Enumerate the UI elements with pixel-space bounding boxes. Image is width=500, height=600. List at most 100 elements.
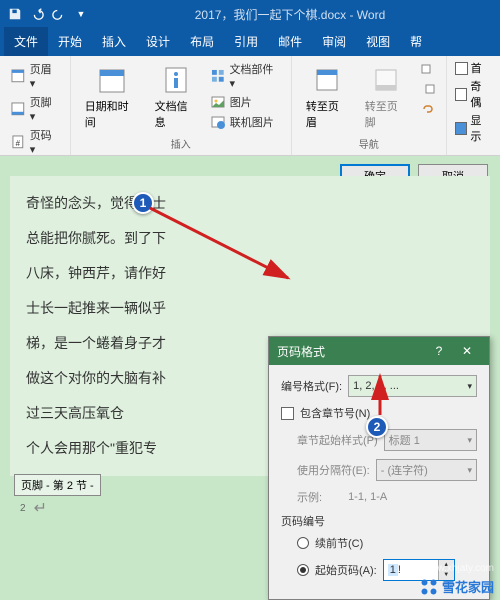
diff-first-label: 首 xyxy=(471,60,482,76)
goto-header-label: 转至页眉 xyxy=(306,98,349,130)
picture-button[interactable]: 图片 xyxy=(208,93,283,111)
goto-header-button[interactable]: 转至页眉 xyxy=(300,60,355,134)
group3-label: 导航 xyxy=(300,136,438,151)
footer-section-label: 页脚 - 第 2 节 - xyxy=(14,474,101,496)
ribbon: 页眉 ▾ 页脚 ▾ #页码 ▾ 页眉和页脚 日期和时间 文档信息 文档部件 ▾ … xyxy=(0,56,500,156)
pagenum-icon: # xyxy=(10,134,26,150)
number-format-select[interactable]: 1, 2, 3, ... ▾ xyxy=(348,375,477,397)
save-icon[interactable] xyxy=(8,7,22,21)
docparts-button[interactable]: 文档部件 ▾ xyxy=(208,60,283,91)
header-label: 页眉 ▾ xyxy=(30,61,60,90)
page-number-format-dialog: 页码格式 ? ✕ 编号格式(F): 1, 2, 3, ... ▾ 包含章节号(N… xyxy=(268,336,490,600)
online-pic-button[interactable]: 联机图片 xyxy=(208,113,283,131)
link-icon xyxy=(420,101,436,117)
title-bar: ▼ 2017，我们一起下个棋.docx - Word xyxy=(0,0,500,28)
qat-dropdown-icon[interactable]: ▼ xyxy=(74,7,88,21)
include-chapter-label: 包含章节号(N) xyxy=(300,405,370,421)
group2-label: 插入 xyxy=(79,136,283,151)
nav-next-button[interactable] xyxy=(418,80,438,98)
docparts-label: 文档部件 ▾ xyxy=(229,61,280,90)
checkbox-icon xyxy=(455,62,468,75)
nav-link-button[interactable] xyxy=(418,100,438,118)
nav-prev-icon xyxy=(420,61,436,77)
help-button[interactable]: ? xyxy=(425,337,453,365)
picture-label: 图片 xyxy=(230,94,252,110)
online-pic-label: 联机图片 xyxy=(230,114,274,130)
datetime-button[interactable]: 日期和时间 xyxy=(79,60,145,134)
menu-layout[interactable]: 布局 xyxy=(180,27,224,56)
ribbon-group-nav: 转至页眉 转至页脚 导航 xyxy=(292,56,447,155)
ribbon-group-header-footer: 页眉 ▾ 页脚 ▾ #页码 ▾ 页眉和页脚 xyxy=(0,56,71,155)
nav-next-icon xyxy=(420,81,436,97)
docparts-icon xyxy=(210,68,226,84)
datetime-icon xyxy=(96,64,128,96)
paragraph-mark-icon: ↵ xyxy=(34,498,47,518)
chapter-style-label: 章节起始样式(P) xyxy=(297,432,378,448)
picture-icon xyxy=(210,94,226,110)
start-at-value: 1 xyxy=(388,564,398,576)
example-label: 示例: xyxy=(297,489,322,505)
goto-footer-icon xyxy=(370,64,402,96)
separator-label: 使用分隔符(E): xyxy=(297,462,370,478)
continue-label: 续前节(C) xyxy=(315,535,363,551)
menu-home[interactable]: 开始 xyxy=(48,27,92,56)
docinfo-button[interactable]: 文档信息 xyxy=(149,60,204,134)
menu-bar: 文件 开始 插入 设计 布局 引用 邮件 审阅 视图 帮 xyxy=(0,28,500,56)
chapter-style-select: 标题 1 ▾ xyxy=(384,429,477,451)
dropdown-icon: ▾ xyxy=(467,381,472,392)
doc-line: 总能把你腻死。到了下 xyxy=(26,221,474,256)
dropdown-icon: ▾ xyxy=(467,435,472,446)
menu-design[interactable]: 设计 xyxy=(136,27,180,56)
separator-value: - (连字符) xyxy=(381,462,428,478)
ruler: 2 ↵ xyxy=(20,498,47,518)
menu-file[interactable]: 文件 xyxy=(4,27,48,56)
menu-view[interactable]: 视图 xyxy=(356,27,400,56)
redo-icon[interactable] xyxy=(52,7,66,21)
close-button[interactable]: ✕ xyxy=(453,337,481,365)
watermark-text: 雪花家园 xyxy=(442,577,494,596)
dialog-titlebar[interactable]: 页码格式 ? ✕ xyxy=(269,337,489,365)
diff-first-check[interactable]: 首 xyxy=(455,60,492,76)
show-text-label: 显示 xyxy=(470,112,492,144)
dialog-title: 页码格式 xyxy=(277,343,425,360)
checkbox-icon xyxy=(455,88,468,101)
pagenum-button[interactable]: #页码 ▾ xyxy=(8,126,62,157)
doc-line: 士长一起推来一辆似乎 xyxy=(26,291,474,326)
ribbon-group-options: 首 奇偶 显示 xyxy=(447,56,500,155)
start-at-label: 起始页码(A): xyxy=(315,562,377,578)
continue-radio[interactable] xyxy=(297,537,309,549)
docinfo-icon xyxy=(160,64,192,96)
number-format-value: 1, 2, 3, ... xyxy=(353,380,399,392)
checkbox-icon xyxy=(455,122,468,135)
chapter-style-value: 标题 1 xyxy=(389,432,420,448)
menu-insert[interactable]: 插入 xyxy=(92,27,136,56)
watermark: 雪花家园 xyxy=(420,577,494,596)
undo-icon[interactable] xyxy=(30,7,44,21)
nav-prev-button[interactable] xyxy=(418,60,438,78)
footer-label: 页脚 ▾ xyxy=(30,94,60,123)
diff-oddeven-check[interactable]: 奇偶 xyxy=(455,78,492,110)
annotation-badge-1: 1 xyxy=(132,192,154,214)
svg-text:#: # xyxy=(16,138,21,147)
start-at-radio[interactable] xyxy=(297,564,309,576)
menu-references[interactable]: 引用 xyxy=(224,27,268,56)
menu-mail[interactable]: 邮件 xyxy=(268,27,312,56)
menu-help[interactable]: 帮 xyxy=(400,27,432,56)
show-text-check[interactable]: 显示 xyxy=(455,112,492,144)
footer-button[interactable]: 页脚 ▾ xyxy=(8,93,62,124)
doc-line: 八床，钟西芹，请作好 xyxy=(26,256,474,291)
dropdown-icon: ▾ xyxy=(467,465,472,476)
footer-icon xyxy=(10,101,26,117)
menu-review[interactable]: 审阅 xyxy=(312,27,356,56)
header-button[interactable]: 页眉 ▾ xyxy=(8,60,62,91)
ruler-mark: 2 xyxy=(20,503,26,514)
goto-footer-label: 转至页脚 xyxy=(365,98,408,130)
goto-footer-button[interactable]: 转至页脚 xyxy=(359,60,414,134)
annotation-badge-2: 2 xyxy=(366,416,388,438)
close-icon: ✕ xyxy=(462,344,472,358)
quick-access-toolbar: ▼ xyxy=(8,7,88,21)
header-icon xyxy=(10,68,26,84)
include-chapter-checkbox[interactable] xyxy=(281,407,294,420)
page-numbering-section-label: 页码编号 xyxy=(281,513,477,529)
docinfo-label: 文档信息 xyxy=(155,98,198,130)
